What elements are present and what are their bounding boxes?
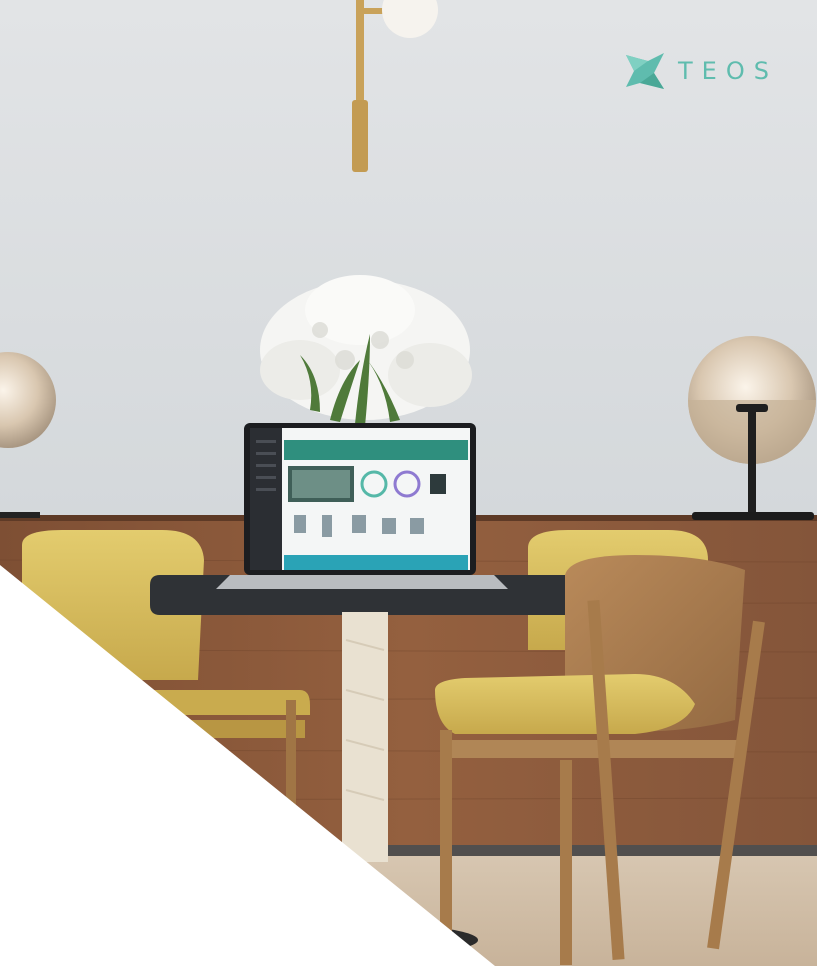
laptop-screen-header bbox=[284, 440, 468, 460]
brand-name: TEOS bbox=[678, 57, 778, 85]
photo-scene: TEOS bbox=[0, 0, 817, 966]
scene-illustration bbox=[0, 0, 817, 966]
teos-leaf-logo-icon bbox=[626, 53, 664, 89]
laptop-screen-footer bbox=[284, 555, 468, 570]
laptop bbox=[216, 423, 508, 589]
laptop-screen-sidebar bbox=[250, 428, 282, 570]
teos-logo: TEOS bbox=[624, 50, 778, 92]
